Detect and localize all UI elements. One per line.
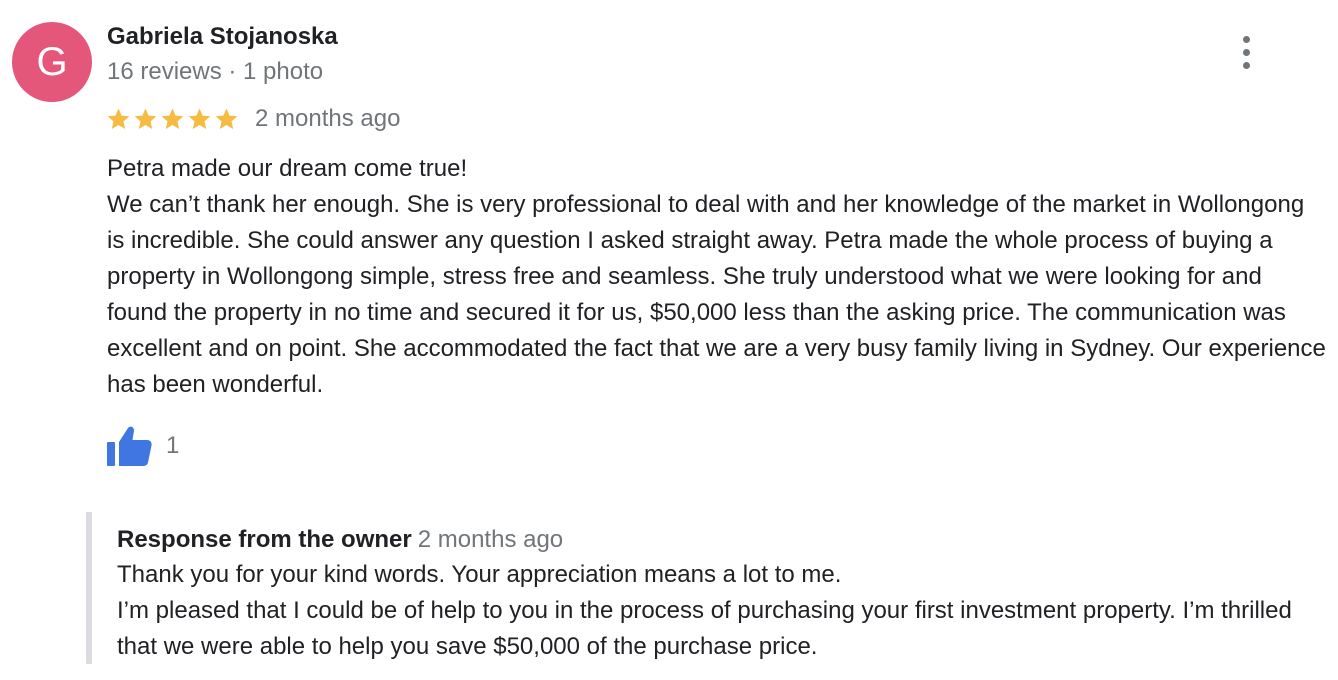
avatar-initial: G: [36, 39, 68, 84]
rating-row: 2 months ago: [106, 102, 400, 136]
owner-response-date: 2 months ago: [417, 526, 564, 553]
star-icon: [161, 108, 184, 129]
star-rating: [106, 107, 239, 131]
more-vert-icon[interactable]: [1228, 30, 1264, 74]
owner-response-header: Response from the owner 2 months ago: [117, 523, 1326, 557]
star-icon: [215, 108, 238, 129]
owner-response-paragraph: Thank you for your kind words. Your appr…: [117, 561, 842, 588]
reviewer-name[interactable]: Gabriela Stojanoska: [107, 23, 338, 51]
review-paragraph: Petra made our dream come true!: [107, 155, 468, 182]
like-count: 1: [166, 432, 180, 459]
owner-response-text: Thank you for your kind words. Your appr…: [117, 557, 1326, 665]
like-button[interactable]: [106, 424, 154, 468]
more-dot: [1242, 48, 1250, 56]
star-icon: [134, 108, 157, 129]
review-text: Petra made our dream come true! We can’t …: [107, 151, 1327, 403]
thumbs-up-icon: [107, 426, 152, 466]
star-icon: [188, 108, 211, 129]
owner-response-label: Response from the owner: [117, 526, 412, 553]
star-icon: [107, 108, 130, 129]
review-paragraph: We can’t thank her enough. She is very p…: [107, 191, 1326, 398]
owner-response: Response from the owner 2 months ago Than…: [86, 512, 1326, 664]
avatar[interactable]: G: [12, 22, 92, 102]
more-dot: [1242, 35, 1250, 43]
reviewer-meta: 16 reviews · 1 photo: [107, 58, 324, 85]
owner-response-paragraph: I’m pleased that I could be of help to y…: [117, 597, 1292, 660]
review-date: 2 months ago: [255, 105, 401, 132]
more-dot: [1242, 61, 1250, 69]
like-row: 1: [106, 424, 179, 468]
